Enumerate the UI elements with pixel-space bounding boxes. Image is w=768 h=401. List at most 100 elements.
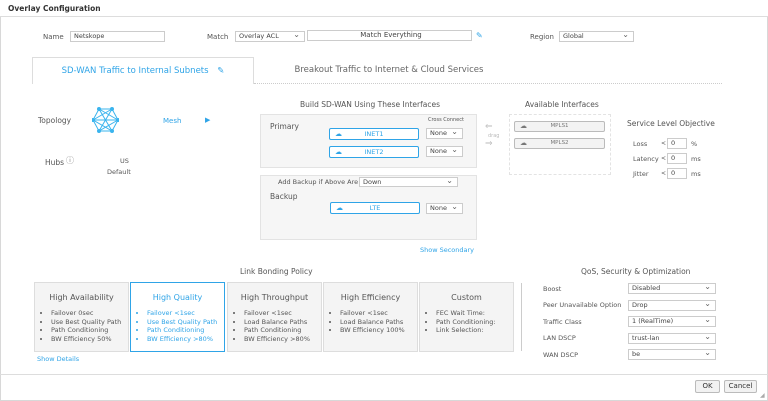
card-item: Link Selection: (436, 326, 513, 335)
card-item: Path Conditioning: (436, 318, 513, 327)
interface-name: INET1 (364, 130, 384, 138)
card-item: Failover 0sec (51, 309, 128, 318)
slo-loss-input[interactable]: 0 (667, 138, 687, 149)
interface-name: INET2 (364, 148, 384, 156)
traffic-class-label: Traffic Class (543, 318, 582, 326)
card-item: Path Conditioning (51, 326, 128, 335)
resize-grip-icon[interactable]: ◢ (760, 392, 765, 399)
slo-jitter-label: Jitter (633, 170, 649, 178)
card-item: Failover <1sec (147, 309, 224, 318)
show-secondary-link[interactable]: Show Secondary (420, 246, 474, 254)
match-label: Match (207, 33, 229, 41)
slo-latency-input[interactable]: 0 (667, 153, 687, 164)
unit-label: % (691, 140, 698, 148)
tab-divider (254, 83, 722, 84)
interface-name: LTE (369, 204, 381, 212)
tab-breakout[interactable]: Breakout Traffic to Internet & Cloud Ser… (256, 57, 522, 84)
lan-dscp-select[interactable]: trust-lan (628, 332, 716, 344)
card-item: FEC Wait Time: (436, 309, 513, 318)
less-than-sign: < (661, 140, 667, 147)
traffic-class-select[interactable]: 1 (RealTime) (628, 315, 716, 327)
wan-dscp-label: WAN DSCP (543, 351, 579, 359)
cross-connect-select[interactable]: None (426, 202, 463, 214)
match-select[interactable]: Overlay ACL (235, 30, 305, 42)
policy-card-high-availability[interactable]: High Availability Failover 0secUse Best Q… (34, 282, 129, 352)
region-select[interactable]: Global (559, 30, 634, 42)
primary-label: Primary (270, 122, 299, 131)
wan-dscp-select[interactable]: be (628, 348, 716, 360)
backup-condition-select[interactable]: Down (359, 176, 458, 187)
hub-item: Default (107, 168, 131, 176)
interface-pill-mpls1[interactable]: ☁ MPLS1 (514, 121, 605, 132)
expand-triangle-icon[interactable]: ▶ (205, 116, 210, 124)
less-than-sign: < (661, 170, 667, 177)
available-title: Available Interfaces (525, 100, 599, 109)
topology-label: Topology (38, 116, 72, 125)
cloud-icon: ☁ (335, 130, 342, 138)
name-label: Name (43, 33, 64, 41)
cloud-icon: ☁ (335, 148, 342, 156)
unit-label: ms (691, 155, 701, 163)
card-item: Path Conditioning (147, 326, 224, 335)
cross-connect-select[interactable]: None (426, 145, 463, 157)
name-input[interactable]: Netskope (70, 31, 165, 42)
policy-card-custom[interactable]: Custom FEC Wait Time:Path Conditioning:Li… (419, 282, 514, 352)
interface-pill-mpls2[interactable]: ☁ MPLS2 (514, 138, 605, 149)
cloud-icon: ☁ (520, 139, 527, 147)
lan-dscp-label: LAN DSCP (543, 334, 576, 342)
backup-label: Backup (270, 192, 298, 201)
card-item: BW Efficiency 100% (340, 326, 417, 335)
policy-card-high-quality[interactable]: High Quality Failover <1secUse Best Quali… (130, 282, 225, 352)
edit-pencil-icon[interactable]: ✎ (217, 66, 224, 76)
card-title: High Efficiency (340, 293, 401, 302)
slo-jitter-input[interactable]: 0 (667, 168, 687, 179)
card-item: Load Balance Paths (340, 318, 417, 327)
boost-label: Boost (543, 285, 562, 293)
unit-label: ms (691, 170, 701, 178)
hubs-label: Hubs (45, 158, 65, 167)
cross-connect-label: Cross Connect (428, 117, 464, 123)
drag-arrow-right-icon: ⇒ (485, 139, 493, 149)
drag-arrow-left-icon: ⇐ (485, 122, 493, 132)
cloud-icon: ☁ (520, 122, 527, 130)
edit-pencil-icon[interactable]: ✎ (476, 31, 483, 40)
interface-pill-inet2[interactable]: ☁ INET2 (329, 146, 419, 158)
policy-card-high-throughput[interactable]: High Throughput Failover <1secLoad Balanc… (227, 282, 322, 352)
show-details-link[interactable]: Show Details (37, 355, 79, 363)
tab-label: SD-WAN Traffic to Internal Subnets (61, 66, 209, 76)
mesh-topology-icon (92, 107, 119, 133)
policy-card-high-efficiency[interactable]: High Efficiency Failover <1secLoad Balanc… (323, 282, 418, 352)
slo-latency-label: Latency (633, 155, 659, 163)
tab-sdwan-internal[interactable]: SD-WAN Traffic to Internal Subnets ✎ (32, 57, 254, 84)
card-item: BW Efficiency 50% (51, 335, 128, 344)
card-item: Load Balance Paths (244, 318, 321, 327)
build-title: Build SD-WAN Using These Interfaces (300, 100, 440, 109)
card-item: BW Efficiency >80% (147, 335, 224, 344)
qos-title: QoS, Security & Optimization (581, 267, 691, 276)
section-divider (521, 283, 522, 351)
card-item: Failover <1sec (340, 309, 417, 318)
card-item: Path Conditioning (244, 326, 321, 335)
interface-pill-lte[interactable]: ☁ LTE (330, 202, 420, 214)
card-item: Failover <1sec (244, 309, 321, 318)
slo-title: Service Level Objective (627, 119, 715, 128)
footer-divider (0, 374, 768, 375)
interface-pill-inet1[interactable]: ☁ INET1 (329, 128, 419, 140)
match-text-field[interactable]: Match Everything (307, 30, 472, 41)
slo-loss-label: Loss (633, 140, 648, 148)
topology-value[interactable]: Mesh (163, 117, 181, 125)
card-item: Use Best Quality Path (51, 318, 128, 327)
less-than-sign: < (661, 155, 667, 162)
card-item: Use Best Quality Path (147, 318, 224, 327)
cancel-button[interactable]: Cancel (724, 380, 757, 393)
backup-condition-label: Add Backup if Above Are (278, 178, 359, 186)
hub-item: US (120, 157, 129, 165)
peer-unavailable-select[interactable]: Drop (628, 299, 716, 311)
ok-button[interactable]: OK (695, 380, 720, 393)
interface-name: MPLS2 (550, 140, 569, 146)
boost-select[interactable]: Disabled (628, 282, 716, 294)
info-icon[interactable]: ⓘ (66, 155, 74, 166)
cross-connect-select[interactable]: None (426, 127, 463, 139)
region-label: Region (530, 33, 554, 41)
title-bar (0, 0, 768, 17)
